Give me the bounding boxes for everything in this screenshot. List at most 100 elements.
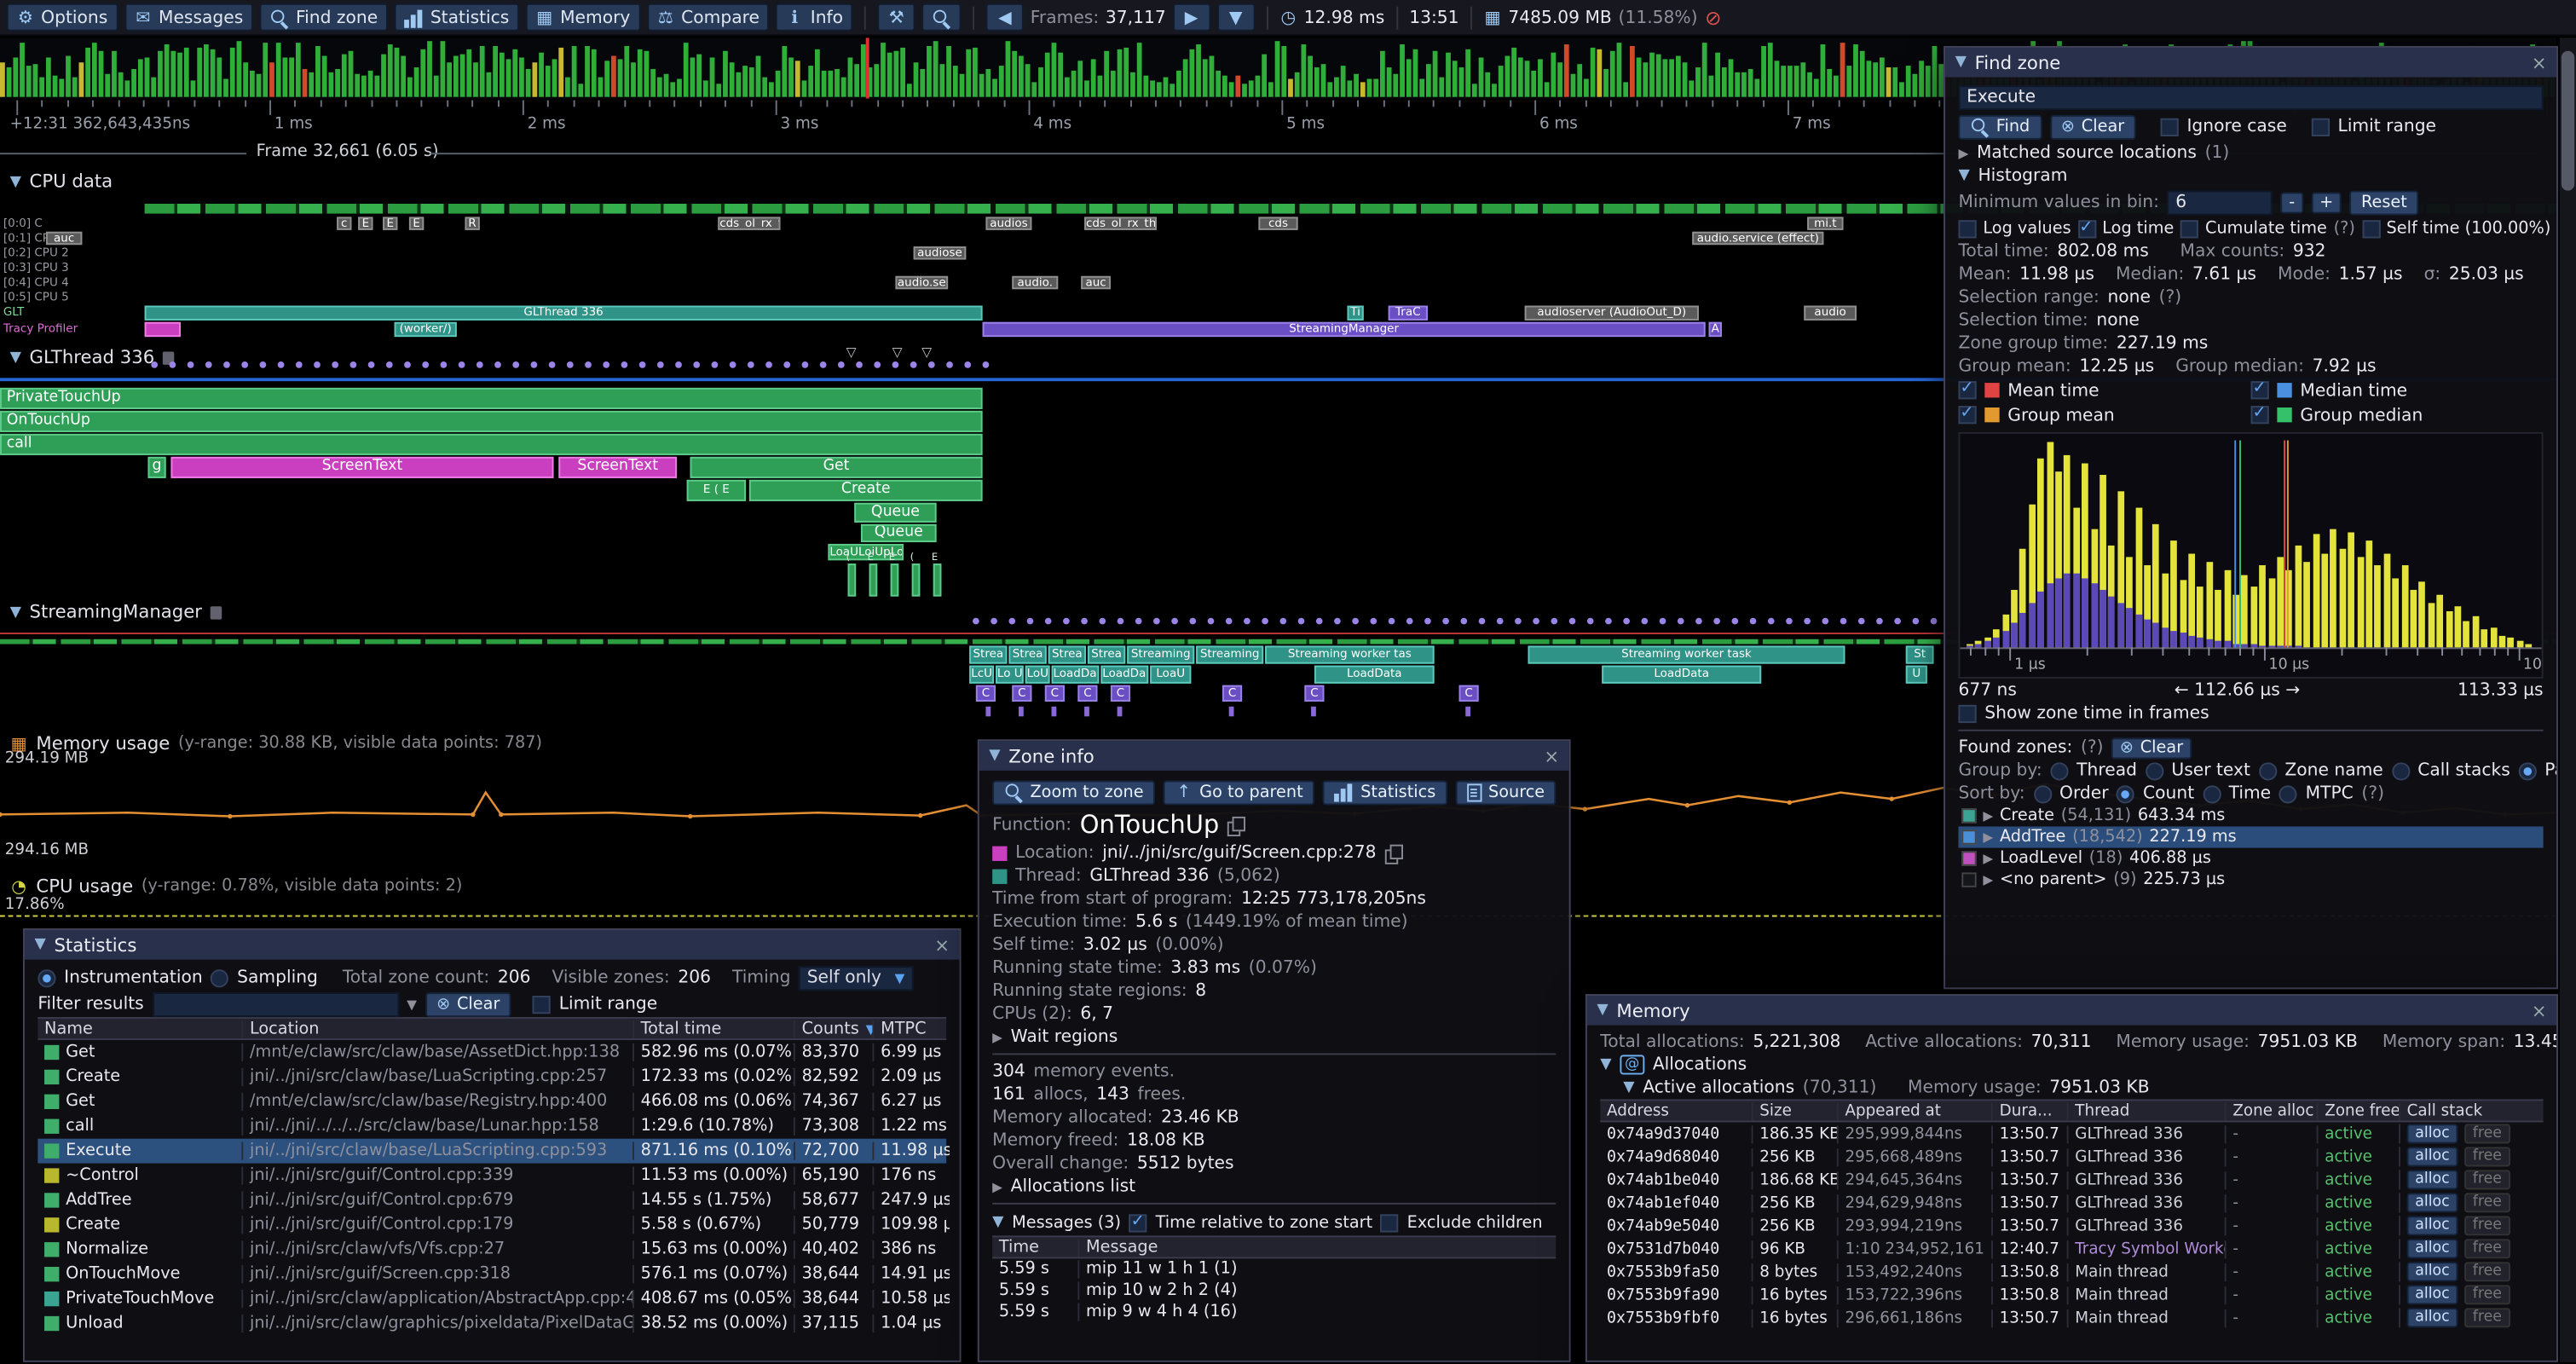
sample-dot[interactable] — [1008, 618, 1015, 625]
sample-dot[interactable] — [1298, 618, 1305, 625]
alloc-callstack-button[interactable]: alloc — [2407, 1262, 2458, 1281]
collapse-icon[interactable]: ▼ — [1597, 1003, 1608, 1019]
sample-dot[interactable] — [1876, 618, 1883, 625]
sample-dot[interactable] — [260, 361, 267, 368]
timeline-zone[interactable]: audios — [985, 217, 1031, 229]
tools-button[interactable]: ⚒ — [878, 3, 915, 32]
limit-range-checkbox[interactable] — [2312, 118, 2330, 136]
timeline-zone[interactable]: A — [1708, 322, 1721, 337]
search-query-input[interactable]: Execute — [1958, 84, 2543, 109]
streamingmanager-section-header[interactable]: ▼ StreamingManager — [10, 601, 222, 622]
sample-dot[interactable] — [1171, 618, 1178, 625]
vertical-scrollbar[interactable] — [2560, 38, 2576, 1361]
timeline-zone[interactable]: Strea — [969, 645, 1007, 663]
decrement-button[interactable]: - — [2281, 192, 2303, 213]
timeline-zone[interactable]: GLThread 336 — [145, 305, 983, 320]
sample-dot[interactable] — [1189, 618, 1196, 625]
sample-dot[interactable] — [205, 361, 212, 368]
stats-column-location[interactable]: Location — [241, 1020, 632, 1037]
allocation-row[interactable]: 0x74a9d37040186.35 KB295,999,844ns13:50.… — [1600, 1122, 2543, 1145]
sample-dot[interactable] — [241, 361, 248, 368]
timeline-zone[interactable]: C — [1012, 685, 1031, 702]
sample-dot[interactable] — [874, 361, 881, 368]
goto-search-button[interactable] — [922, 3, 962, 32]
toolbar-button-compare[interactable]: ⚖Compare — [647, 3, 770, 32]
stats-row[interactable]: Createjni/../jni/src/claw/base/LuaScript… — [38, 1065, 946, 1089]
free-callstack-button[interactable]: free — [2464, 1193, 2510, 1212]
find-zone-histogram[interactable]: 1 µs10 µs100 µs — [1958, 432, 2543, 679]
stats-row[interactable]: Createjni/../jni/src/guif/Control.cpp:17… — [38, 1212, 946, 1237]
sample-dot[interactable] — [494, 361, 501, 368]
sample-dot[interactable] — [1153, 618, 1160, 625]
sample-dot[interactable] — [765, 361, 772, 368]
timeline-zone[interactable]: E — [358, 217, 373, 229]
timeline-zone[interactable]: Streaming worker task — [1528, 645, 1845, 663]
allocation-row[interactable]: 0x7553b9fbf016 bytes296,661,186ns13:50.7… — [1600, 1306, 2543, 1329]
alloc-callstack-button[interactable]: alloc — [2407, 1239, 2458, 1258]
timing-select[interactable]: Self only ▼ — [799, 965, 913, 990]
collapse-icon[interactable]: ▼ — [1958, 168, 1969, 184]
timeline-zone[interactable]: StreamingManager — [983, 322, 1706, 337]
sample-dot[interactable] — [621, 361, 628, 368]
stats-row[interactable]: ~Controljni/../jni/src/guif/Control.cpp:… — [38, 1164, 946, 1188]
timeline-zone[interactable]: C — [976, 685, 996, 702]
zone-marker-icon[interactable]: ▽ — [921, 345, 932, 360]
limit-range-checkbox[interactable] — [533, 995, 551, 1013]
group-by-radio-parent[interactable] — [2518, 761, 2536, 779]
sample-dot[interactable] — [820, 361, 827, 368]
allocation-row[interactable]: 0x74ab9e5040256 KB293,994,219ns13:50.7GL… — [1600, 1214, 2543, 1237]
help-mark[interactable]: (?) — [2361, 783, 2384, 803]
sample-dot[interactable] — [1894, 618, 1901, 625]
timeline-zone[interactable]: R — [465, 217, 479, 229]
memory-titlebar[interactable]: ▼ Memory × — [1587, 996, 2556, 1026]
free-callstack-button[interactable]: free — [2464, 1239, 2510, 1258]
timeline-zone[interactable]: Streaming worker tas — [1265, 645, 1435, 663]
timeline-zone[interactable]: C — [1459, 685, 1479, 702]
sample-dot[interactable] — [512, 361, 519, 368]
thread-marker-icon[interactable] — [211, 605, 222, 618]
help-mark[interactable]: (?) — [2334, 219, 2355, 237]
timeline-zone[interactable]: call — [0, 434, 983, 455]
sample-dot[interactable] — [585, 361, 592, 368]
timeline-zone[interactable]: PrivateTouchUp — [0, 388, 983, 409]
sample-dot[interactable] — [350, 361, 357, 368]
sample-dot[interactable] — [1118, 618, 1124, 625]
expand-arrow-icon[interactable]: ▶ — [1958, 146, 1968, 160]
sample-dot[interactable] — [910, 361, 917, 368]
collapse-icon[interactable]: ▼ — [1600, 1056, 1611, 1072]
sample-dot[interactable] — [1912, 618, 1919, 625]
timeline-zone[interactable]: Ti — [1347, 305, 1363, 320]
close-icon[interactable]: × — [934, 934, 950, 956]
close-icon[interactable]: × — [1544, 745, 1559, 766]
memory-column-appeared-at[interactable]: Appeared at — [1837, 1101, 1991, 1119]
tick-zone[interactable] — [869, 564, 878, 597]
min-bin-input[interactable]: 6 — [2168, 190, 2273, 215]
alloc-callstack-button[interactable]: alloc — [2407, 1216, 2458, 1235]
timeline-zone[interactable]: St — [1906, 645, 1934, 663]
sample-dot[interactable] — [422, 361, 429, 368]
free-callstack-button[interactable]: free — [2464, 1262, 2510, 1281]
sample-dot[interactable] — [1135, 618, 1142, 625]
sample-dot[interactable] — [296, 361, 303, 368]
prev-frame-button[interactable]: ◀ — [986, 3, 1024, 32]
timeline-zone[interactable]: TraC — [1389, 305, 1428, 320]
sort-by-radio-mtpc[interactable] — [2279, 784, 2297, 802]
timeline-zone[interactable]: cds_ol_rx_threa — [1084, 217, 1157, 229]
glthread-section-header[interactable]: ▼ GLThread 336 — [10, 347, 175, 368]
zone-marker-icon[interactable]: ▽ — [846, 345, 857, 360]
help-mark[interactable]: (?) — [2081, 737, 2104, 757]
memory-column-dura[interactable]: Dura... — [1991, 1101, 2067, 1119]
sample-dot[interactable] — [314, 361, 321, 368]
expand-arrow-icon[interactable]: ▶ — [1983, 829, 1993, 844]
message-row[interactable]: 5.59 smip 10 w 2 h 2 (4) — [992, 1280, 1556, 1301]
zone-marker-icon[interactable]: ▽ — [892, 345, 903, 360]
stats-row[interactable]: Unloadjni/../jni/src/claw/graphics/pixel… — [38, 1311, 946, 1336]
sample-dot[interactable] — [368, 361, 375, 368]
tick-zone[interactable] — [848, 564, 857, 597]
timeline-zone[interactable]: C — [1222, 685, 1242, 702]
stats-column-counts[interactable]: Counts▼ — [794, 1020, 873, 1037]
timeline-zone[interactable]: LoaU — [1150, 666, 1191, 684]
timeline-zone[interactable]: C — [1111, 685, 1130, 702]
timeline-zone[interactable]: mi.t — [1807, 217, 1843, 229]
allocation-row[interactable]: 0x7553b9fa9016 bytes153,722,396ns13:50.8… — [1600, 1283, 2543, 1306]
